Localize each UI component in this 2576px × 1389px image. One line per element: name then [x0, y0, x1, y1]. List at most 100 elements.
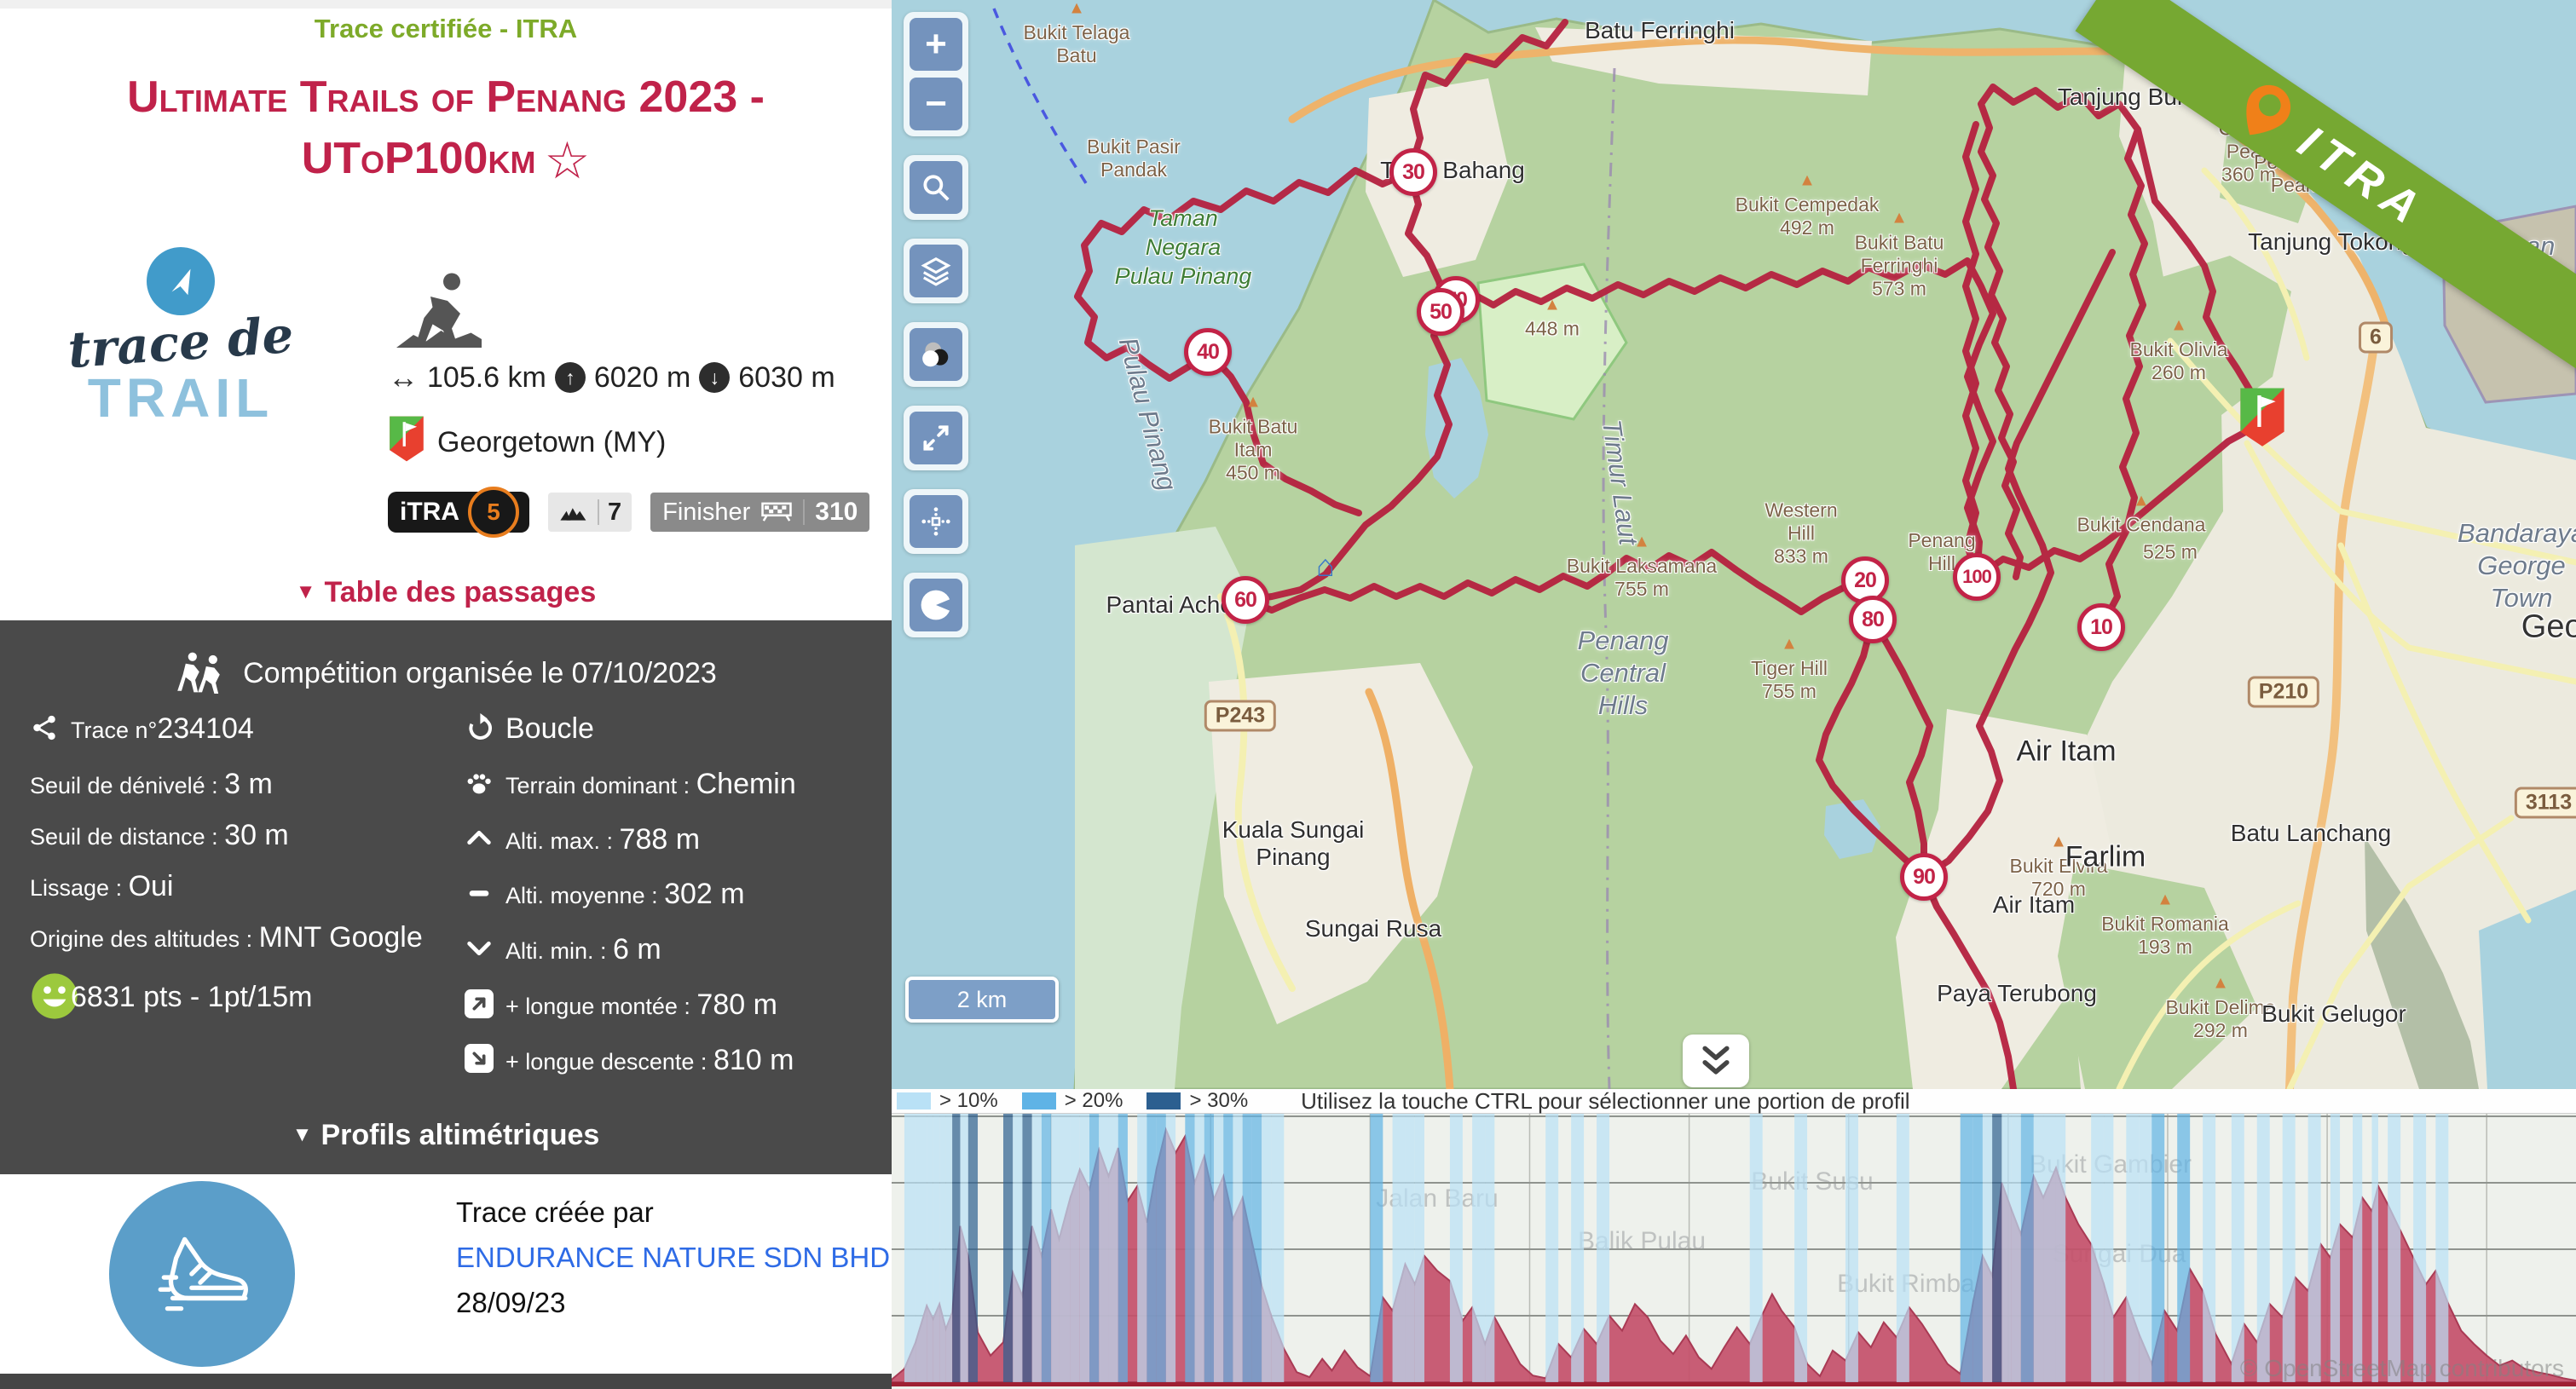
itra-score: 5	[468, 487, 519, 538]
road-shield: 6	[2359, 322, 2393, 354]
detail-value: MNT Google	[259, 921, 423, 954]
mountain-level-badge[interactable]: 7	[548, 493, 632, 532]
chevron-down-icon	[465, 934, 497, 977]
detail-value: 3 m	[224, 768, 273, 800]
author-link[interactable]: ENDURANCE NATURE SDN BHD	[456, 1235, 890, 1280]
km-marker-60[interactable]: 60	[1222, 576, 1269, 624]
dash-icon	[465, 879, 497, 921]
peak-triangle-icon: ▲	[1544, 296, 1561, 315]
map-label: Bukit Batu Itam 450 m	[1209, 416, 1298, 485]
map-label: Bukit Olivia 260 m	[2129, 338, 2227, 384]
competition-header: Compétition organisée le 07/10/2023	[0, 651, 892, 695]
map-collapse-button[interactable]	[1683, 1035, 1749, 1087]
table-des-passages-toggle[interactable]: ▼Table des passages	[0, 576, 892, 609]
location-value: Georgetown (MY)	[437, 426, 666, 459]
arrow-up-right-icon	[465, 989, 497, 1032]
osm-attribution[interactable]: © OpenStreetMap contributors	[2240, 1355, 2564, 1382]
credits-section: Trace créée par ENDURANCE NATURE SDN BHD…	[0, 1174, 892, 1374]
map-label: 448 m	[1525, 318, 1580, 341]
leaflet-map[interactable]: ▲Bukit Telaga BatuBukit Pasir PandakTama…	[892, 0, 2576, 1089]
creation-date: 28/09/23	[456, 1280, 890, 1325]
elevation-profile-section[interactable]: > 10%> 20%> 30%Utilisez la touche CTRL p…	[892, 1089, 2576, 1389]
itra-pin-icon	[2229, 74, 2302, 150]
itra-badge[interactable]: iTRA 5	[388, 492, 529, 533]
ascent-value: 6020 m	[594, 361, 690, 395]
detail-value: 234104	[157, 712, 253, 745]
detail-row: Seuil de dénivelé : 3 m	[30, 767, 452, 807]
map-label: Western Hill 833 m	[1765, 499, 1837, 568]
peak-triangle-icon: ▲	[2212, 974, 2229, 994]
detail-label: Origine des altitudes :	[30, 926, 259, 952]
trail-details-panel: Compétition organisée le 07/10/2023 Trac…	[0, 620, 892, 1174]
detail-label: Trace n°	[71, 718, 157, 743]
control-group	[904, 489, 968, 554]
km-marker-90[interactable]: 90	[1900, 853, 1948, 901]
zoom-out-button[interactable]: −	[910, 78, 962, 130]
badges-row: iTRA 5 7 Finisher 310	[388, 492, 865, 533]
details-column-left: Trace n°234104 Seuil de dénivelé : 3 m Seu…	[30, 712, 452, 1046]
detail-row: 6831 pts - 1pt/15m	[30, 971, 452, 1035]
peak-triangle-icon: ▲	[1068, 0, 1085, 19]
detail-row: + longue descente : 810 m	[465, 1043, 882, 1087]
map-label: Taman Negara Pulau Pinang	[1115, 204, 1252, 291]
mountain-level-value: 7	[608, 499, 621, 527]
peak-triangle-icon: ▲	[2133, 492, 2150, 511]
start-finish-marker[interactable]	[2238, 386, 2287, 453]
divider	[598, 499, 599, 525]
certified-label: Trace certifiée - ITRA	[0, 14, 892, 44]
detail-value: Chemin	[696, 768, 796, 800]
locate-button[interactable]	[910, 495, 962, 548]
map-controls: +−	[904, 12, 968, 656]
layers-button[interactable]	[910, 245, 962, 297]
map-label: Sungai Rusa	[1305, 915, 1441, 942]
map-label: Bukit Romania 193 m	[2101, 913, 2229, 959]
trace-de-trail-page: Trace certifiée - ITRA Ultimate Trails o…	[0, 0, 2576, 1389]
distance-elevation-line: ↔ 105.6 km ↑ 6020 m ↓ 6030 m	[388, 360, 865, 395]
double-chevron-down-icon	[1697, 1042, 1735, 1080]
detail-row: + longue montée : 780 m	[465, 988, 882, 1032]
descent-icon: ↓	[699, 362, 730, 393]
detail-label: + longue descente :	[505, 1049, 713, 1075]
streetview-button[interactable]	[910, 579, 962, 631]
search-button[interactable]	[910, 161, 962, 214]
map-label: Air Itam	[2016, 735, 2116, 769]
shoe-icon	[109, 1181, 295, 1367]
fullscreen-button[interactable]	[910, 412, 962, 464]
itra-label: iTRA	[400, 498, 459, 527]
logo-arrow-icon	[147, 247, 215, 315]
km-marker-30[interactable]: 30	[1389, 148, 1437, 196]
share-icon	[30, 713, 62, 756]
grade-swatch	[897, 1092, 931, 1109]
title-line1: Ultimate Trails of Penang 2023 -	[127, 72, 765, 122]
finisher-badge[interactable]: Finisher 310	[650, 493, 869, 532]
credits-text: Trace créée par ENDURANCE NATURE SDN BHD…	[456, 1190, 890, 1325]
detail-label: Seuil de distance :	[30, 824, 224, 850]
map-label: Bukit Telaga Batu	[1024, 21, 1130, 67]
bottom-strip	[0, 1374, 892, 1389]
control-group	[904, 322, 968, 387]
zoom-in-button[interactable]: +	[910, 18, 962, 71]
map-label: Bukit Delima 292 m	[2165, 996, 2275, 1042]
map-label: Bandaraya George Town	[2458, 517, 2576, 614]
finisher-count: 310	[815, 498, 858, 527]
divider	[803, 499, 805, 525]
km-marker-50[interactable]: 50	[1417, 288, 1464, 336]
basemap-button[interactable]	[910, 328, 962, 381]
favorite-star-icon[interactable]: ☆	[544, 132, 590, 189]
trail-stats: ↔ 105.6 km ↑ 6020 m ↓ 6030 m Georgetown …	[388, 271, 865, 533]
peak-triangle-icon: ▲	[1781, 635, 1798, 654]
peak-triangle-icon: ▲	[2170, 316, 2187, 336]
distance-icon: ↔	[388, 360, 419, 395]
km-marker-40[interactable]: 40	[1184, 328, 1232, 376]
km-marker-80[interactable]: 80	[1849, 596, 1897, 643]
map-label: Tiger Hill 755 m	[1751, 657, 1828, 703]
detail-label: Alti. min. :	[505, 938, 613, 964]
control-group	[904, 239, 968, 303]
grade-swatch	[1146, 1092, 1181, 1109]
runners-group-icon	[175, 651, 229, 695]
km-marker-100[interactable]: 100	[1953, 553, 2001, 601]
peak-triangle-icon: ▲	[1891, 209, 1908, 228]
km-marker-10[interactable]: 10	[2077, 603, 2125, 651]
map-label: Bukit Gelugor	[2261, 1000, 2406, 1028]
profils-altimetriques-toggle[interactable]: ▼Profils altimétriques	[0, 1119, 892, 1152]
